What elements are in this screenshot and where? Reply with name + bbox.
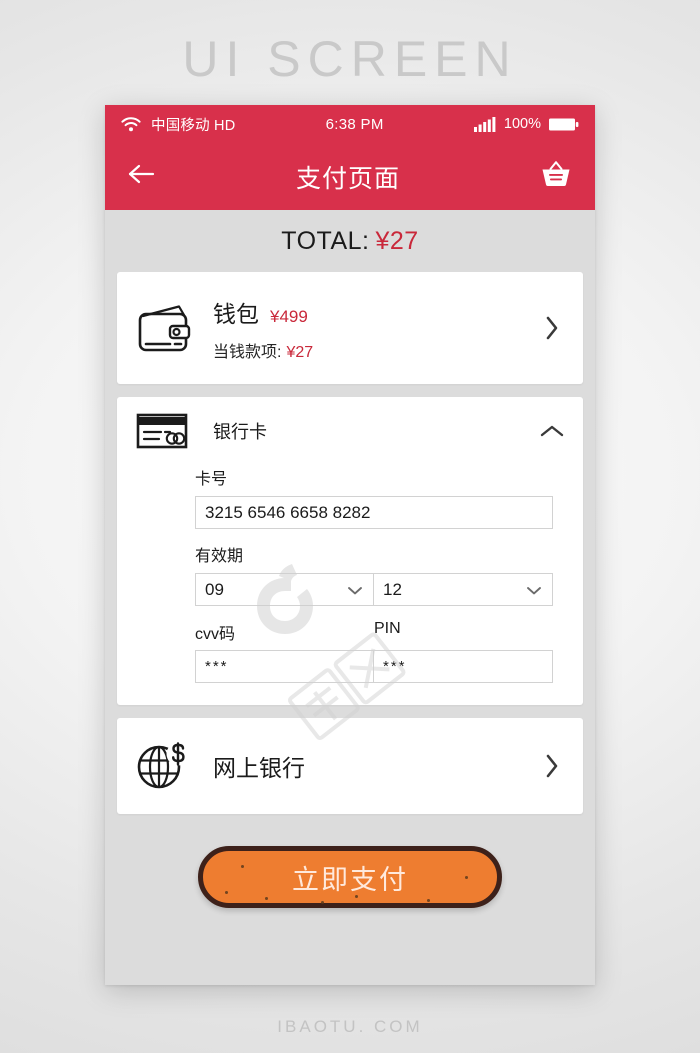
- wallet-balance: ¥499: [270, 306, 308, 326]
- total-row: TOTAL: ¥27: [117, 210, 583, 272]
- cvv-pin-labels: cvv码 PIN: [195, 620, 553, 644]
- wallet-due-label: 当钱款项:: [213, 343, 282, 361]
- expiry-year-select[interactable]: 12: [374, 573, 553, 606]
- status-bar: 中国移动 HD 6:38 PM 100%: [105, 105, 595, 143]
- wallet-texts: 钱包 ¥499 当钱款项: ¥27: [213, 295, 539, 362]
- card-number-label: 卡号: [195, 471, 228, 488]
- payment-option-online-bank[interactable]: 网上银行: [117, 718, 583, 814]
- speck: [427, 899, 430, 902]
- back-button[interactable]: [125, 160, 159, 194]
- expiry-month-select[interactable]: 09: [195, 573, 374, 606]
- pay-now-label: 立即支付: [292, 864, 408, 895]
- signal-bars-icon: [473, 116, 496, 132]
- card-number-input[interactable]: 3215 6546 6658 8282: [195, 496, 553, 529]
- wallet-icon: [135, 302, 213, 354]
- phone-mockup: 中国移动 HD 6:38 PM 100% 支付页面 TOTAL: ¥27 钱包 …: [105, 105, 595, 985]
- wallet-name: 钱包: [213, 300, 259, 327]
- shopping-basket-icon: [539, 159, 573, 194]
- speck: [465, 876, 468, 879]
- cvv-input[interactable]: ***: [195, 650, 374, 683]
- bank-card-header[interactable]: 银行卡: [117, 397, 583, 465]
- speck: [225, 891, 228, 894]
- nav-bar: 支付页面: [105, 143, 595, 210]
- pay-now-button[interactable]: 立即支付: [198, 846, 502, 908]
- pay-area: 立即支付: [117, 827, 583, 927]
- expiry-year-value: 12: [383, 579, 402, 599]
- arrow-left-icon: [127, 163, 157, 190]
- payment-content: TOTAL: ¥27 钱包 ¥499 当钱款项: ¥27 银行卡 卡号 3215…: [105, 210, 595, 985]
- battery-full-icon: [549, 117, 579, 132]
- pin-input[interactable]: ***: [374, 650, 553, 683]
- expiry-row: 09 12: [195, 573, 553, 606]
- basket-button[interactable]: [537, 160, 575, 194]
- poster-title: UI SCREEN: [182, 31, 518, 87]
- speck: [265, 897, 268, 900]
- total-amount: ¥27: [375, 226, 419, 255]
- page-title: 支付页面: [295, 164, 400, 193]
- chevron-down-icon: [525, 584, 543, 596]
- credit-card-icon: [135, 410, 213, 452]
- pin-label: PIN: [374, 620, 401, 637]
- speck: [241, 865, 244, 868]
- chevron-right-icon[interactable]: [539, 315, 565, 341]
- site-watermark: IBAOTU. COM: [277, 1017, 423, 1036]
- status-time: 6:38 PM: [325, 115, 384, 133]
- expiry-label: 有效期: [195, 548, 244, 565]
- cvv-pin-inputs: *** ***: [195, 650, 553, 683]
- poster-canvas: UI SCREEN 中国移动 HD 6:38 PM 100% 支付页面 TOTA…: [0, 0, 700, 1053]
- globe-dollar-icon: [135, 740, 213, 792]
- chevron-right-icon[interactable]: [539, 753, 565, 779]
- chevron-up-icon[interactable]: [539, 423, 565, 439]
- chevron-down-icon: [346, 584, 364, 596]
- cvv-label: cvv码: [195, 626, 236, 643]
- bank-card-form: 卡号 3215 6546 6658 8282 有效期 09 12 cvv码 PI…: [117, 465, 583, 683]
- battery-percent-label: 100%: [503, 116, 541, 132]
- online-bank-label: 网上银行: [213, 755, 305, 781]
- wifi-icon: [121, 116, 141, 132]
- bank-card-label: 银行卡: [213, 422, 267, 442]
- payment-option-wallet[interactable]: 钱包 ¥499 当钱款项: ¥27: [117, 272, 583, 384]
- payment-option-bank-card: 银行卡 卡号 3215 6546 6658 8282 有效期 09 12 cvv…: [117, 397, 583, 705]
- expiry-month-value: 09: [205, 579, 224, 599]
- carrier-label: 中国移动 HD: [151, 117, 236, 134]
- total-label: TOTAL:: [281, 226, 370, 255]
- speck: [321, 901, 324, 904]
- wallet-due-amount: ¥27: [286, 343, 314, 361]
